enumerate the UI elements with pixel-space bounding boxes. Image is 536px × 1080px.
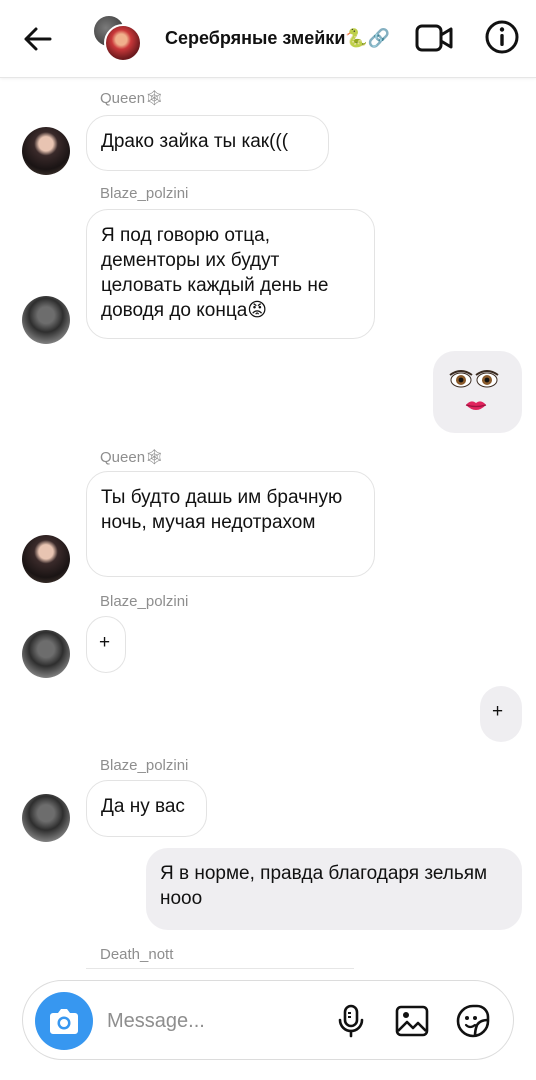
info-icon[interactable]	[484, 19, 520, 55]
sender-name: Blaze_polzini	[100, 593, 189, 610]
chat-title[interactable]: Серебряные змейки🐍🔗	[165, 28, 390, 49]
message-bubble-partial	[86, 968, 354, 976]
sender-name: Blaze_polzini	[100, 185, 189, 202]
outgoing-message-bubble[interactable]: +	[480, 686, 522, 742]
camera-icon	[50, 1009, 78, 1034]
message-bubble[interactable]: Да ну вас	[86, 780, 207, 837]
avatar[interactable]	[22, 127, 70, 175]
group-avatar-front	[104, 24, 142, 62]
video-camera-icon[interactable]	[414, 20, 454, 56]
arrow-left-icon[interactable]	[20, 22, 54, 56]
outgoing-message-bubble[interactable]: Я в норме, правда благодаря зельям нооо	[146, 848, 522, 930]
sender-name: Death_nott	[100, 946, 174, 963]
message-bubble[interactable]: Я под говорю отца, дементоры их будут це…	[86, 209, 375, 339]
sender-name: Queen🕸	[100, 449, 165, 466]
camera-button[interactable]	[35, 992, 93, 1050]
message-bubble[interactable]: Ты будто дашь им брачную ночь, мучая нед…	[86, 471, 375, 577]
avatar[interactable]	[22, 296, 70, 344]
message-bubble[interactable]: Драко зайка ты как(((	[86, 115, 329, 171]
eyes-lips-emoji	[449, 370, 499, 410]
message-bubble[interactable]: +	[86, 616, 126, 673]
sender-name: Queen🕸	[100, 90, 165, 107]
avatar[interactable]	[22, 630, 70, 678]
image-icon[interactable]	[394, 1003, 430, 1039]
message-composer	[22, 980, 514, 1060]
avatar[interactable]	[22, 535, 70, 583]
group-avatar[interactable]	[92, 14, 142, 62]
emoji-message-bubble[interactable]	[433, 351, 522, 433]
sender-name: Blaze_polzini	[100, 757, 189, 774]
chat-header: Серебряные змейки🐍🔗	[0, 0, 536, 78]
microphone-icon[interactable]	[333, 1003, 369, 1039]
message-input[interactable]	[107, 1007, 307, 1035]
sticker-icon[interactable]	[455, 1003, 491, 1039]
avatar[interactable]	[22, 794, 70, 842]
